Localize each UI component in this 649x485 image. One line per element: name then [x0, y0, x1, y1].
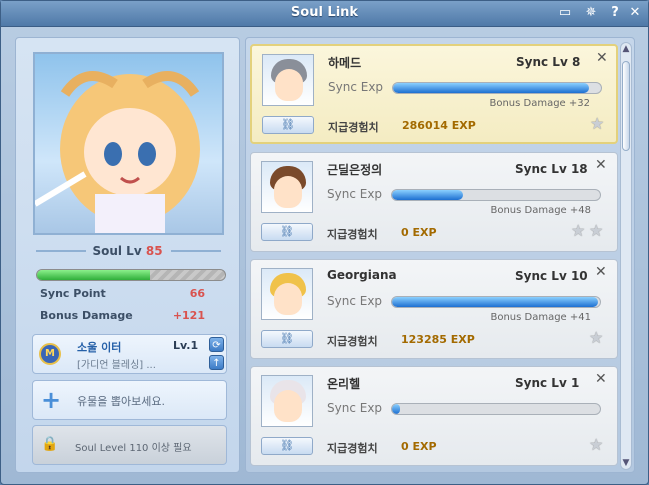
sync-exp-bar: [392, 82, 602, 94]
remove-card-icon[interactable]: ✕: [595, 371, 607, 387]
bonus-damage: Bonus Damage +32: [489, 98, 590, 109]
star-icon[interactable]: ★: [590, 114, 604, 133]
add-relic-text: 유물을 뽑아보세요.: [77, 395, 165, 408]
star-icon[interactable]: ★: [589, 221, 603, 240]
star-icon[interactable]: ★: [571, 221, 585, 240]
scroll-up-icon[interactable]: ▲: [621, 44, 631, 54]
ornament-right: [171, 250, 221, 252]
relic-level: Lv.1: [173, 339, 199, 352]
sync-exp-fill: [392, 297, 598, 307]
avatar-face: [274, 176, 302, 208]
remove-card-icon[interactable]: ✕: [596, 50, 608, 66]
window-title: Soul Link: [290, 5, 359, 20]
sync-exp-bar: [391, 189, 601, 201]
link-icon: ⛓: [281, 118, 295, 131]
sync-exp-label: Sync Exp: [327, 401, 383, 415]
plus-icon: +: [40, 386, 62, 414]
character-illustration: [35, 71, 200, 233]
refresh-icon[interactable]: ⟳: [209, 337, 224, 352]
remove-card-icon[interactable]: ✕: [595, 264, 607, 280]
link-button[interactable]: ⛓: [262, 116, 314, 134]
soul-card[interactable]: ⛓ 온리헬 Sync Lv 1 ✕ Sync Exp 지급경험치 0 EXP ★: [250, 366, 618, 466]
chat-icon[interactable]: ▭: [557, 5, 573, 21]
sync-exp-label: Sync Exp: [328, 80, 384, 94]
stat-value-sync-point: 66: [189, 287, 205, 300]
soul-card[interactable]: ⛓ 하메드 Sync Lv 8 ✕ Sync Exp Bonus Damage …: [250, 44, 618, 144]
soul-lv-value: 85: [145, 244, 163, 258]
scroll-down-icon[interactable]: ▼: [621, 458, 631, 468]
settings-wheel-icon[interactable]: ✵: [583, 5, 599, 21]
lock-icon: 🔒: [41, 436, 59, 452]
link-icon: ⛓: [280, 332, 294, 345]
soul-panel: Soul Lv 85 Sync Point 66 Bonus Damage +1…: [15, 37, 240, 473]
sync-level: Sync Lv 1: [515, 376, 580, 390]
sync-exp-fill: [392, 404, 401, 414]
sync-exp-label: Sync Exp: [327, 294, 383, 308]
soul-lv-label: Soul Lv: [92, 244, 142, 258]
character-name: 온리헬: [327, 377, 361, 391]
sync-exp-fill: [393, 83, 589, 93]
character-avatar: [261, 268, 313, 320]
link-button[interactable]: ⛓: [261, 330, 313, 348]
sync-exp-bar: [391, 403, 601, 415]
star-icon[interactable]: ★: [589, 328, 603, 347]
sync-level: Sync Lv 10: [515, 269, 588, 283]
character-name: 근딜은정의: [327, 163, 383, 177]
bonus-damage: Bonus Damage +48: [490, 205, 591, 216]
sync-exp-label: Sync Exp: [327, 187, 383, 201]
relic-icon: M: [39, 343, 61, 365]
scrollbar[interactable]: ▲ ▼: [620, 42, 632, 470]
sync-exp-bar: [391, 296, 601, 308]
star-icon[interactable]: ★: [589, 435, 603, 454]
relic-desc: [가디언 블레싱] ...: [77, 360, 156, 371]
add-relic-card[interactable]: + 유물을 뽑아보세요.: [32, 380, 227, 420]
sync-progress-fill: [37, 270, 150, 280]
relic-item-card[interactable]: M 소울 이터 Lv.1 [가디언 블레싱] ... ⟳ ↑: [32, 334, 227, 374]
avatar-face: [275, 69, 303, 101]
sync-exp-fill: [392, 190, 463, 200]
sync-progress-bar: [36, 269, 226, 281]
bonus-damage: Bonus Damage +41: [490, 312, 591, 323]
close-icon[interactable]: ✕: [627, 5, 643, 21]
locked-slot-text: Soul Level 110 이상 필요: [75, 443, 192, 454]
help-icon[interactable]: ?: [607, 5, 623, 21]
soul-link-window: Soul Link ▭ ✵ ? ✕ Soul Lv 85 Sync Point …: [0, 0, 649, 485]
soul-link-list: ⛓ 하메드 Sync Lv 8 ✕ Sync Exp Bonus Damage …: [245, 37, 635, 473]
character-name: Georgiana: [327, 268, 397, 282]
exp-value: 123285 EXP: [401, 333, 475, 346]
soul-portrait: [33, 52, 224, 235]
stat-value-bonus-damage: +121: [172, 309, 205, 322]
exp-label: 지급경험치: [328, 121, 379, 134]
locked-slot-card: 🔒 Soul Level 110 이상 필요: [32, 425, 227, 465]
exp-value: 0 EXP: [401, 226, 437, 239]
soul-card[interactable]: ⛓ Georgiana Sync Lv 10 ✕ Sync Exp Bonus …: [250, 259, 618, 359]
link-icon: ⛓: [280, 225, 294, 238]
character-avatar: [261, 375, 313, 427]
exp-label: 지급경험치: [327, 228, 378, 241]
link-button[interactable]: ⛓: [261, 223, 313, 241]
titlebar[interactable]: Soul Link ▭ ✵ ? ✕: [1, 1, 648, 27]
exp-label: 지급경험치: [327, 442, 378, 455]
sync-level: Sync Lv 18: [515, 162, 588, 176]
character-name: 하메드: [328, 56, 362, 70]
relic-name: 소울 이터: [77, 341, 122, 354]
exp-value: 286014 EXP: [402, 119, 476, 132]
upgrade-arrow-icon[interactable]: ↑: [209, 355, 224, 370]
remove-card-icon[interactable]: ✕: [595, 157, 607, 173]
exp-value: 0 EXP: [401, 440, 437, 453]
avatar-face: [274, 283, 302, 315]
link-button[interactable]: ⛓: [261, 437, 313, 455]
soul-card[interactable]: ⛓ 근딜은정의 Sync Lv 18 ✕ Sync Exp Bonus Dama…: [250, 152, 618, 252]
character-avatar: [261, 161, 313, 213]
sync-level: Sync Lv 8: [516, 55, 581, 69]
stat-label-sync-point: Sync Point: [40, 287, 106, 300]
link-icon: ⛓: [280, 439, 294, 452]
avatar-face: [274, 390, 302, 422]
exp-label: 지급경험치: [327, 335, 378, 348]
scrollbar-thumb[interactable]: [622, 61, 630, 151]
character-avatar: [262, 54, 314, 106]
stat-label-bonus-damage: Bonus Damage: [40, 309, 133, 322]
